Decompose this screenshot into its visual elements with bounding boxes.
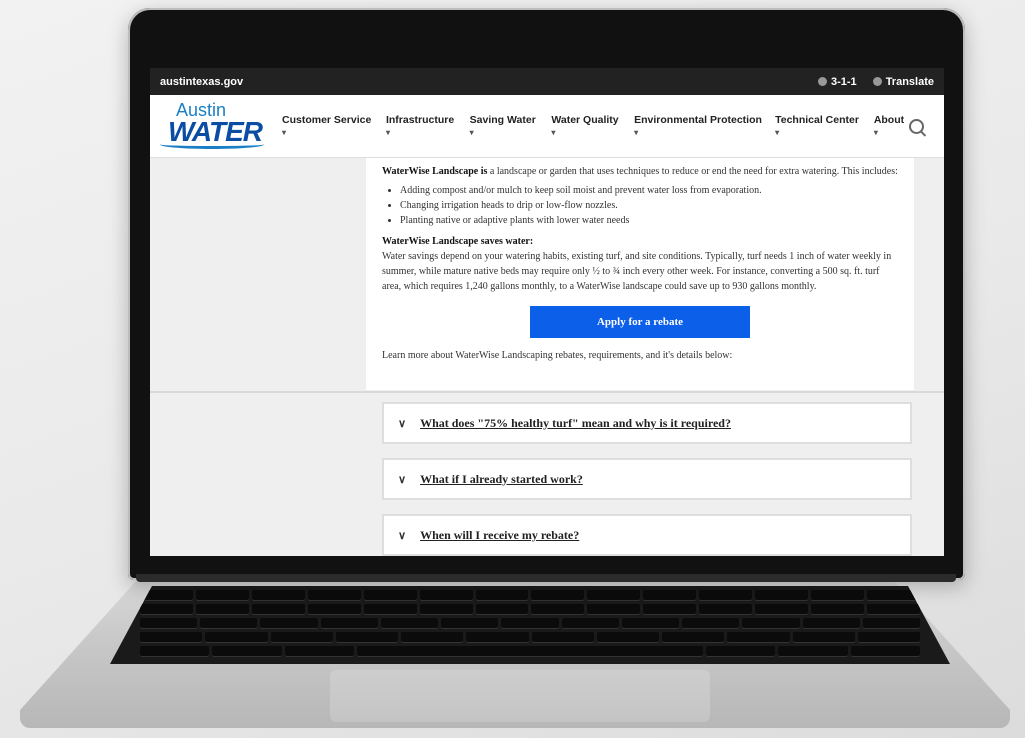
faq-item-healthy-turf[interactable]: ∨ What does "75% healthy turf" mean and … xyxy=(382,402,912,444)
intro-paragraph: WaterWise Landscape is a landscape or ga… xyxy=(382,166,898,177)
list-item: Changing irrigation heads to drip or low… xyxy=(400,198,898,213)
divider xyxy=(150,391,944,393)
chevron-down-icon: ∨ xyxy=(398,529,407,542)
info-icon xyxy=(818,76,827,86)
list-item: Adding compost and/or mulch to keep soil… xyxy=(400,183,898,198)
site-link[interactable]: austintexas.gov xyxy=(160,76,243,88)
page-content: WaterWise Landscape is a landscape or ga… xyxy=(150,158,944,556)
keyboard xyxy=(110,586,950,664)
nav-environmental-protection[interactable]: Environmental Protection xyxy=(634,114,763,138)
search-icon[interactable] xyxy=(909,118,924,134)
nav-infrastructure[interactable]: Infrastructure xyxy=(386,114,458,138)
nav-water-quality[interactable]: Water Quality xyxy=(551,114,622,138)
wave-icon xyxy=(160,140,264,149)
nav-technical-center[interactable]: Technical Center xyxy=(775,114,862,138)
translate-link[interactable]: Translate xyxy=(872,76,934,88)
faq-item-receive-rebate[interactable]: ∨ When will I receive my rebate? xyxy=(382,514,912,556)
browser-screen: austintexas.gov 3-1-1 Translate Austin W… xyxy=(150,68,944,556)
faq-item-started-work[interactable]: ∨ What if I already started work? xyxy=(382,458,912,500)
saves-paragraph: Water savings depend on your watering ha… xyxy=(382,251,892,292)
phone-link[interactable]: 3-1-1 xyxy=(818,76,857,88)
intro-card: WaterWise Landscape is a landscape or ga… xyxy=(366,158,914,390)
list-item: Planting native or adaptive plants with … xyxy=(400,213,898,228)
saves-heading: WaterWise Landscape saves water: xyxy=(382,236,534,247)
chevron-down-icon: ∨ xyxy=(398,473,407,486)
laptop-hinge xyxy=(136,574,956,582)
site-header: Austin WATER Customer Service Infrastruc… xyxy=(150,95,944,158)
apply-rebate-button[interactable]: Apply for a rebate xyxy=(530,306,750,338)
nav-customer-service[interactable]: Customer Service xyxy=(282,114,374,138)
utility-bar: austintexas.gov 3-1-1 Translate xyxy=(150,68,944,95)
nav-saving-water[interactable]: Saving Water xyxy=(470,114,540,138)
learn-more-text: Learn more about WaterWise Landscaping r… xyxy=(382,350,733,361)
austin-water-logo[interactable]: Austin WATER xyxy=(158,100,268,152)
globe-icon xyxy=(872,76,882,86)
trackpad xyxy=(330,670,710,722)
chevron-down-icon: ∨ xyxy=(398,417,407,430)
benefits-list: Adding compost and/or mulch to keep soil… xyxy=(382,183,898,228)
nav-about[interactable]: About xyxy=(874,114,909,138)
main-nav: Customer Service Infrastructure Saving W… xyxy=(282,114,909,138)
